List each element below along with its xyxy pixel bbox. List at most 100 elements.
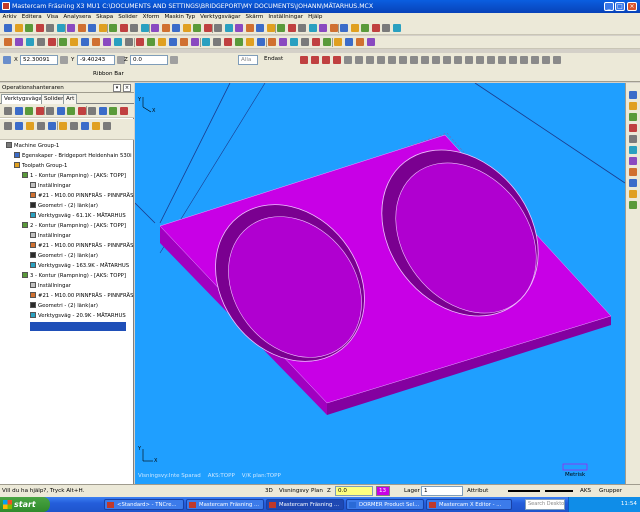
ops-toolbar2-icon-9[interactable] (92, 122, 100, 130)
right-toolbar-icon-11[interactable] (629, 201, 637, 209)
ops-toolbar-icon-12[interactable] (119, 107, 128, 115)
ops-toolbar-icon-6[interactable] (56, 107, 65, 115)
graphics-viewport[interactable]: Y X Y X Visningsvy:Inte Sparad AKS:TOPP … (135, 83, 625, 484)
tree-item[interactable]: Geometri - (2) länk(ar) (30, 202, 134, 211)
snap-icon-22[interactable] (531, 56, 539, 64)
tree-item[interactable]: Verktygsväg - 61.1K - MÄTARHUS (30, 212, 134, 221)
toolbar2-icon-13[interactable] (136, 38, 144, 46)
toolbar2-icon-11[interactable] (114, 38, 122, 46)
z-coordinate-input[interactable]: 0.0 (130, 55, 168, 65)
desktop-search-input[interactable]: Search Desktop (525, 499, 565, 510)
toolbar2-icon-5[interactable] (48, 38, 56, 46)
maximize-button[interactable]: □ (615, 2, 625, 11)
ops-toolbar-icon-5[interactable] (46, 107, 54, 115)
start-button[interactable]: start (0, 497, 50, 512)
snap-icon-5[interactable] (344, 56, 352, 64)
menu-maskin-typ[interactable]: Maskin Typ (162, 14, 198, 20)
ops-toolbar2-icon-3[interactable] (26, 122, 34, 130)
toolbar2-icon-10[interactable] (103, 38, 111, 46)
toolbar2-icon-22[interactable] (235, 38, 243, 46)
toolbar2-icon-27[interactable] (290, 38, 298, 46)
close-button[interactable]: × (627, 2, 637, 11)
snap-icon-8[interactable] (377, 56, 385, 64)
toolbar-icon-27[interactable] (277, 24, 285, 32)
menu-solider[interactable]: Solider (116, 14, 140, 20)
toolbar-icon-26[interactable] (266, 24, 275, 32)
visningsvy-button[interactable]: Visningsvy (279, 485, 309, 497)
toolbar-icon-14[interactable] (140, 24, 149, 32)
toolbar2-icon-34[interactable] (367, 38, 375, 46)
color-button[interactable]: 13 (376, 486, 390, 496)
toolbar-icon-22[interactable] (224, 24, 233, 32)
toolbar-icon-37[interactable] (382, 24, 390, 32)
toolbar2-icon-28[interactable] (301, 38, 309, 46)
toolbar-icon-15[interactable] (151, 24, 159, 32)
tree-item[interactable]: Geometri - (2) länk(ar) (30, 252, 134, 261)
snap-icon-14[interactable] (443, 56, 451, 64)
snap-icon-15[interactable] (454, 56, 462, 64)
menu-visa[interactable]: Visa (44, 14, 61, 20)
tree-item[interactable]: #21 - M10.00 PINNFRÄS - PINNFRÄS (30, 292, 134, 301)
toolbar2-icon-33[interactable] (356, 38, 364, 46)
lock-x-icon[interactable] (60, 56, 68, 64)
tree-item[interactable]: Machine Group-1 (6, 142, 134, 151)
right-toolbar-icon-10[interactable] (629, 190, 637, 198)
snap-icon-17[interactable] (476, 56, 484, 64)
ops-toolbar2-icon-8[interactable] (81, 122, 89, 130)
toolbar-icon-7[interactable] (67, 24, 75, 32)
ops-toolbar2-icon-6[interactable] (59, 122, 67, 130)
right-toolbar-icon-7[interactable] (629, 157, 637, 165)
toolbar2-icon-2[interactable] (15, 38, 23, 46)
ops-toolbar-icon-11[interactable] (109, 107, 117, 115)
toolbar-icon-2[interactable] (14, 24, 23, 32)
toolbar2-icon-6[interactable] (59, 38, 67, 46)
ops-toolbar2-icon-4[interactable] (37, 122, 45, 130)
menu-skapa[interactable]: Skapa (94, 14, 116, 20)
ops-toolbar-icon-8[interactable] (77, 107, 86, 115)
toolbar-icon-11[interactable] (109, 24, 117, 32)
snap-icon-7[interactable] (366, 56, 374, 64)
toolbar-icon-5[interactable] (46, 24, 54, 32)
toolbar-icon-17[interactable] (172, 24, 180, 32)
toolbar-icon-32[interactable] (329, 24, 338, 32)
z-depth-input[interactable]: 0.0 (335, 486, 373, 496)
toolbar2-icon-20[interactable] (213, 38, 221, 46)
toolbar-icon-4[interactable] (35, 24, 44, 32)
snap-icon-23[interactable] (542, 56, 550, 64)
snap-icon-6[interactable] (355, 56, 363, 64)
ops-toolbar2-icon-10[interactable] (103, 122, 111, 130)
toolbar2-icon-15[interactable] (158, 38, 166, 46)
toolbar2-icon-23[interactable] (246, 38, 254, 46)
lock-z-icon[interactable] (170, 56, 178, 64)
toolbar-icon-6[interactable] (56, 24, 65, 32)
toolbar2-icon-1[interactable] (4, 38, 12, 46)
toolbar2-icon-29[interactable] (312, 38, 320, 46)
toolbar-icon-33[interactable] (340, 24, 348, 32)
menu-xform[interactable]: Xform (140, 14, 162, 20)
aks-button[interactable]: AKS (580, 485, 591, 497)
right-toolbar-icon-3[interactable] (629, 113, 637, 121)
snap-icon-11[interactable] (410, 56, 418, 64)
snap-icon-24[interactable] (553, 56, 561, 64)
snap-icon-4[interactable] (333, 56, 341, 64)
lager-label[interactable]: Lager (404, 485, 420, 497)
snap-icon-16[interactable] (465, 56, 473, 64)
minimize-button[interactable]: _ (604, 2, 614, 11)
tree-item[interactable]: Geometri - (2) länk(ar) (30, 302, 134, 311)
snap-icon-21[interactable] (520, 56, 528, 64)
ops-toolbar-icon-1[interactable] (4, 107, 12, 115)
toolbar-icon-13[interactable] (130, 24, 138, 32)
pin-icon[interactable]: ▾ (113, 84, 121, 92)
tree-item[interactable]: Verktygsväg - 20.9K - MÄTARHUS (30, 312, 134, 321)
ops-toolbar-icon-3[interactable] (25, 107, 33, 115)
tree-item[interactable]: Inställningar (30, 182, 134, 191)
toolbar-icon-31[interactable] (319, 24, 327, 32)
ops-toolbar2-icon-2[interactable] (15, 122, 23, 130)
toolbar-icon-8[interactable] (77, 24, 86, 32)
ops-toolbar-icon-2[interactable] (14, 107, 23, 115)
right-toolbar-icon-8[interactable] (629, 168, 637, 176)
snap-icon-1[interactable] (300, 56, 308, 64)
line-width-selector[interactable] (545, 490, 573, 492)
toolbar2-icon-3[interactable] (26, 38, 34, 46)
toolbar2-icon-30[interactable] (323, 38, 331, 46)
